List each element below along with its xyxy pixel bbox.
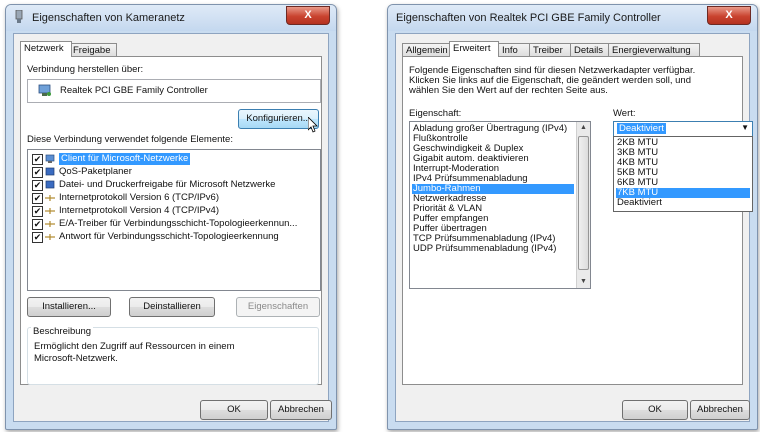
- protocol-icon: [45, 221, 55, 227]
- dialog-client: Allgemein Erweitert Info Treiber Details…: [395, 33, 753, 422]
- tab-info[interactable]: Info: [498, 43, 530, 57]
- tab-panel: Folgende Eigenschaften sind für diesen N…: [402, 56, 753, 385]
- tab-details[interactable]: Details: [570, 43, 611, 57]
- elements-label: Diese Verbindung verwendet folgende Elem…: [27, 134, 233, 145]
- uninstall-button[interactable]: Deinstallieren: [129, 297, 215, 317]
- list-item[interactable]: ✔ QoS-Paketplaner: [32, 166, 314, 178]
- value-dropdown[interactable]: Deaktiviert ▼: [613, 121, 753, 137]
- item-label: Datei- und Druckerfreigabe für Microsoft…: [59, 179, 276, 190]
- connect-via-label: Verbindung herstellen über:: [27, 64, 144, 75]
- intro-line-3: wählen Sie den Wert auf der rechten Seit…: [409, 85, 608, 96]
- chevron-down-icon[interactable]: ▼: [741, 123, 749, 132]
- option-item[interactable]: Deaktiviert: [616, 198, 750, 208]
- value-label: Wert:: [613, 108, 636, 119]
- description-group: Beschreibung Ermöglicht den Zugriff auf …: [27, 326, 319, 385]
- protocol-icon: [45, 195, 55, 201]
- network-properties-dialog: Eigenschaften von Kameranetz X Netzwerk …: [5, 4, 337, 430]
- list-item[interactable]: ✔ Datei- und Druckerfreigabe für Microso…: [32, 179, 314, 191]
- tab-energieverwaltung[interactable]: Energieverwaltung: [608, 43, 700, 57]
- cancel-button[interactable]: Abbrechen: [270, 400, 332, 420]
- list-item[interactable]: ✔ Internetprotokoll Version 4 (TCP/IPv4): [32, 205, 314, 217]
- checkbox[interactable]: ✔: [32, 167, 43, 178]
- checkbox[interactable]: ✔: [32, 154, 43, 165]
- elements-list[interactable]: ✔ Client für Microsoft-Netzwerke ✔ QoS-P…: [27, 149, 321, 291]
- scroll-down-icon[interactable]: ▼: [577, 276, 590, 288]
- property-list[interactable]: Abladung großer Übertragung (IPv4) Flußk…: [409, 121, 591, 289]
- checkbox[interactable]: ✔: [32, 180, 43, 191]
- tab-freigabe[interactable]: Freigabe: [69, 43, 117, 57]
- description-label: Beschreibung: [31, 326, 94, 337]
- checkbox[interactable]: ✔: [32, 232, 43, 243]
- tab-erweitert[interactable]: Erweitert: [449, 41, 499, 57]
- property-scrollbar[interactable]: ▲ ▼: [576, 122, 590, 288]
- checkbox[interactable]: ✔: [32, 193, 43, 204]
- network-client-icon: [45, 154, 55, 163]
- protocol-icon: [45, 208, 55, 214]
- dialog-title: Eigenschaften von Kameranetz: [32, 12, 185, 24]
- item-label: Internetprotokoll Version 6 (TCP/IPv6): [59, 192, 219, 203]
- list-item[interactable]: ✔ Internetprotokoll Version 6 (TCP/IPv6): [32, 192, 314, 204]
- checkbox[interactable]: ✔: [32, 219, 43, 230]
- dialog-client: Netzwerk Freigabe Verbindung herstellen …: [13, 33, 332, 422]
- value-selected: Deaktiviert: [617, 123, 666, 134]
- item-label: QoS-Paketplaner: [59, 166, 132, 177]
- install-button[interactable]: Installieren...: [27, 297, 111, 317]
- title-bar[interactable]: Eigenschaften von Realtek PCI GBE Family…: [388, 5, 757, 31]
- ok-button[interactable]: OK: [622, 400, 688, 420]
- adapter-name: Realtek PCI GBE Family Controller: [60, 85, 208, 96]
- value-options-list[interactable]: 2KB MTU 3KB MTU 4KB MTU 5KB MTU 6KB MTU …: [613, 136, 753, 212]
- tab-treiber[interactable]: Treiber: [529, 43, 573, 57]
- list-item[interactable]: ✔ Client für Microsoft-Netzwerke: [32, 153, 314, 165]
- tab-netzwerk[interactable]: Netzwerk: [20, 41, 72, 57]
- scroll-thumb[interactable]: [578, 136, 589, 270]
- adapter-field: Realtek PCI GBE Family Controller: [27, 79, 321, 103]
- description-line-2: Microsoft-Netzwerk.: [34, 353, 118, 364]
- item-label: Client für Microsoft-Netzwerke: [59, 153, 191, 165]
- list-item[interactable]: ✔ Antwort für Verbindungsschicht-Topolog…: [32, 231, 314, 243]
- item-label: E/A-Treiber für Verbindungsschicht-Topol…: [59, 218, 298, 229]
- mouse-cursor-icon: [308, 117, 318, 133]
- network-adapter-icon: [38, 84, 51, 96]
- scheduler-icon: [45, 167, 55, 176]
- list-item[interactable]: ✔ E/A-Treiber für Verbindungsschicht-Top…: [32, 218, 314, 230]
- item-label: Internetprotokoll Version 4 (TCP/IPv4): [59, 205, 219, 216]
- item-label: Antwort für Verbindungsschicht-Topologie…: [59, 231, 279, 242]
- file-sharing-icon: [45, 180, 55, 189]
- ok-button[interactable]: OK: [200, 400, 268, 420]
- close-button[interactable]: X: [707, 6, 751, 25]
- dialog-title: Eigenschaften von Realtek PCI GBE Family…: [396, 12, 661, 24]
- description-line-1: Ermöglicht den Zugriff auf Ressourcen in…: [34, 341, 235, 352]
- checkbox[interactable]: ✔: [32, 206, 43, 217]
- scroll-up-icon[interactable]: ▲: [577, 122, 590, 134]
- list-item[interactable]: UDP Prüfsummenabladung (IPv4): [412, 244, 574, 254]
- title-bar[interactable]: Eigenschaften von Kameranetz X: [6, 5, 336, 31]
- close-button[interactable]: X: [286, 6, 330, 25]
- tab-panel: Verbindung herstellen über: Realtek PCI …: [20, 56, 322, 385]
- property-label: Eigenschaft:: [409, 108, 462, 119]
- protocol-icon: [45, 234, 55, 240]
- properties-button: Eigenschaften: [236, 297, 320, 317]
- adapter-properties-dialog: Eigenschaften von Realtek PCI GBE Family…: [387, 4, 758, 430]
- configure-button[interactable]: Konfigurieren...: [238, 109, 319, 129]
- tab-allgemein[interactable]: Allgemein: [402, 43, 454, 57]
- cancel-button[interactable]: Abbrechen: [690, 400, 750, 420]
- network-adapter-icon: [15, 10, 23, 23]
